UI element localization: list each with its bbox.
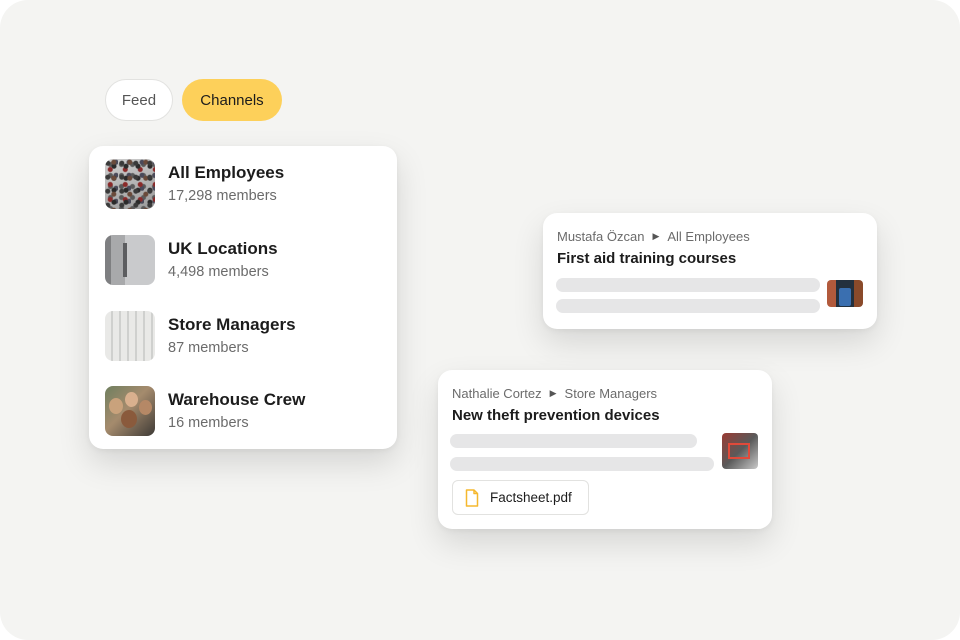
channel-avatar — [105, 159, 155, 209]
channel-name: Store Managers — [168, 315, 296, 334]
post-breadcrumb: Mustafa Özcan ▶ All Employees — [557, 229, 750, 244]
post-title: New theft prevention devices — [452, 407, 660, 424]
post-card[interactable]: Mustafa Özcan ▶ All Employees First aid … — [543, 213, 877, 329]
channel-name: Warehouse Crew — [168, 390, 306, 409]
tab-channels[interactable]: Channels — [182, 79, 282, 121]
view-tabs: Feed Channels — [105, 79, 282, 121]
skeleton-line — [556, 299, 820, 313]
tab-feed[interactable]: Feed — [105, 79, 173, 121]
channel-name: All Employees — [168, 163, 285, 182]
channel-item-uk-locations[interactable]: UK Locations 4,498 members — [105, 234, 385, 286]
channel-item-store-managers[interactable]: Store Managers 87 members — [105, 310, 385, 362]
post-image[interactable] — [722, 433, 758, 469]
post-breadcrumb: Nathalie Cortez ▶ Store Managers — [452, 386, 657, 401]
channel-member-count: 4,498 members — [168, 264, 269, 280]
channel-member-count: 16 members — [168, 415, 249, 431]
caret-right-icon: ▶ — [549, 388, 557, 398]
post-author[interactable]: Mustafa Özcan — [557, 229, 644, 244]
channel-avatar — [105, 235, 155, 285]
file-icon — [465, 488, 479, 507]
post-author[interactable]: Nathalie Cortez — [452, 386, 542, 401]
channel-member-count: 87 members — [168, 340, 249, 356]
post-channel[interactable]: All Employees — [667, 229, 749, 244]
channel-list: All Employees 17,298 members UK Location… — [89, 146, 397, 449]
canvas: Feed Channels All Employees 17,298 membe… — [0, 0, 960, 640]
channel-avatar — [105, 386, 155, 436]
channel-avatar — [105, 311, 155, 361]
skeleton-line — [450, 434, 697, 448]
channel-member-count: 17,298 members — [168, 188, 277, 204]
skeleton-line — [450, 457, 714, 471]
caret-right-icon: ▶ — [652, 231, 660, 241]
post-channel[interactable]: Store Managers — [565, 386, 658, 401]
post-image[interactable] — [827, 280, 863, 307]
channel-item-all-employees[interactable]: All Employees 17,298 members — [105, 158, 385, 210]
post-card[interactable]: Nathalie Cortez ▶ Store Managers New the… — [438, 370, 772, 529]
attachment-chip[interactable]: Factsheet.pdf — [452, 480, 589, 515]
channel-item-warehouse-crew[interactable]: Warehouse Crew 16 members — [105, 385, 385, 437]
channel-name: UK Locations — [168, 239, 278, 258]
skeleton-line — [556, 278, 820, 292]
post-title: First aid training courses — [557, 250, 737, 267]
attachment-filename: Factsheet.pdf — [490, 490, 572, 505]
